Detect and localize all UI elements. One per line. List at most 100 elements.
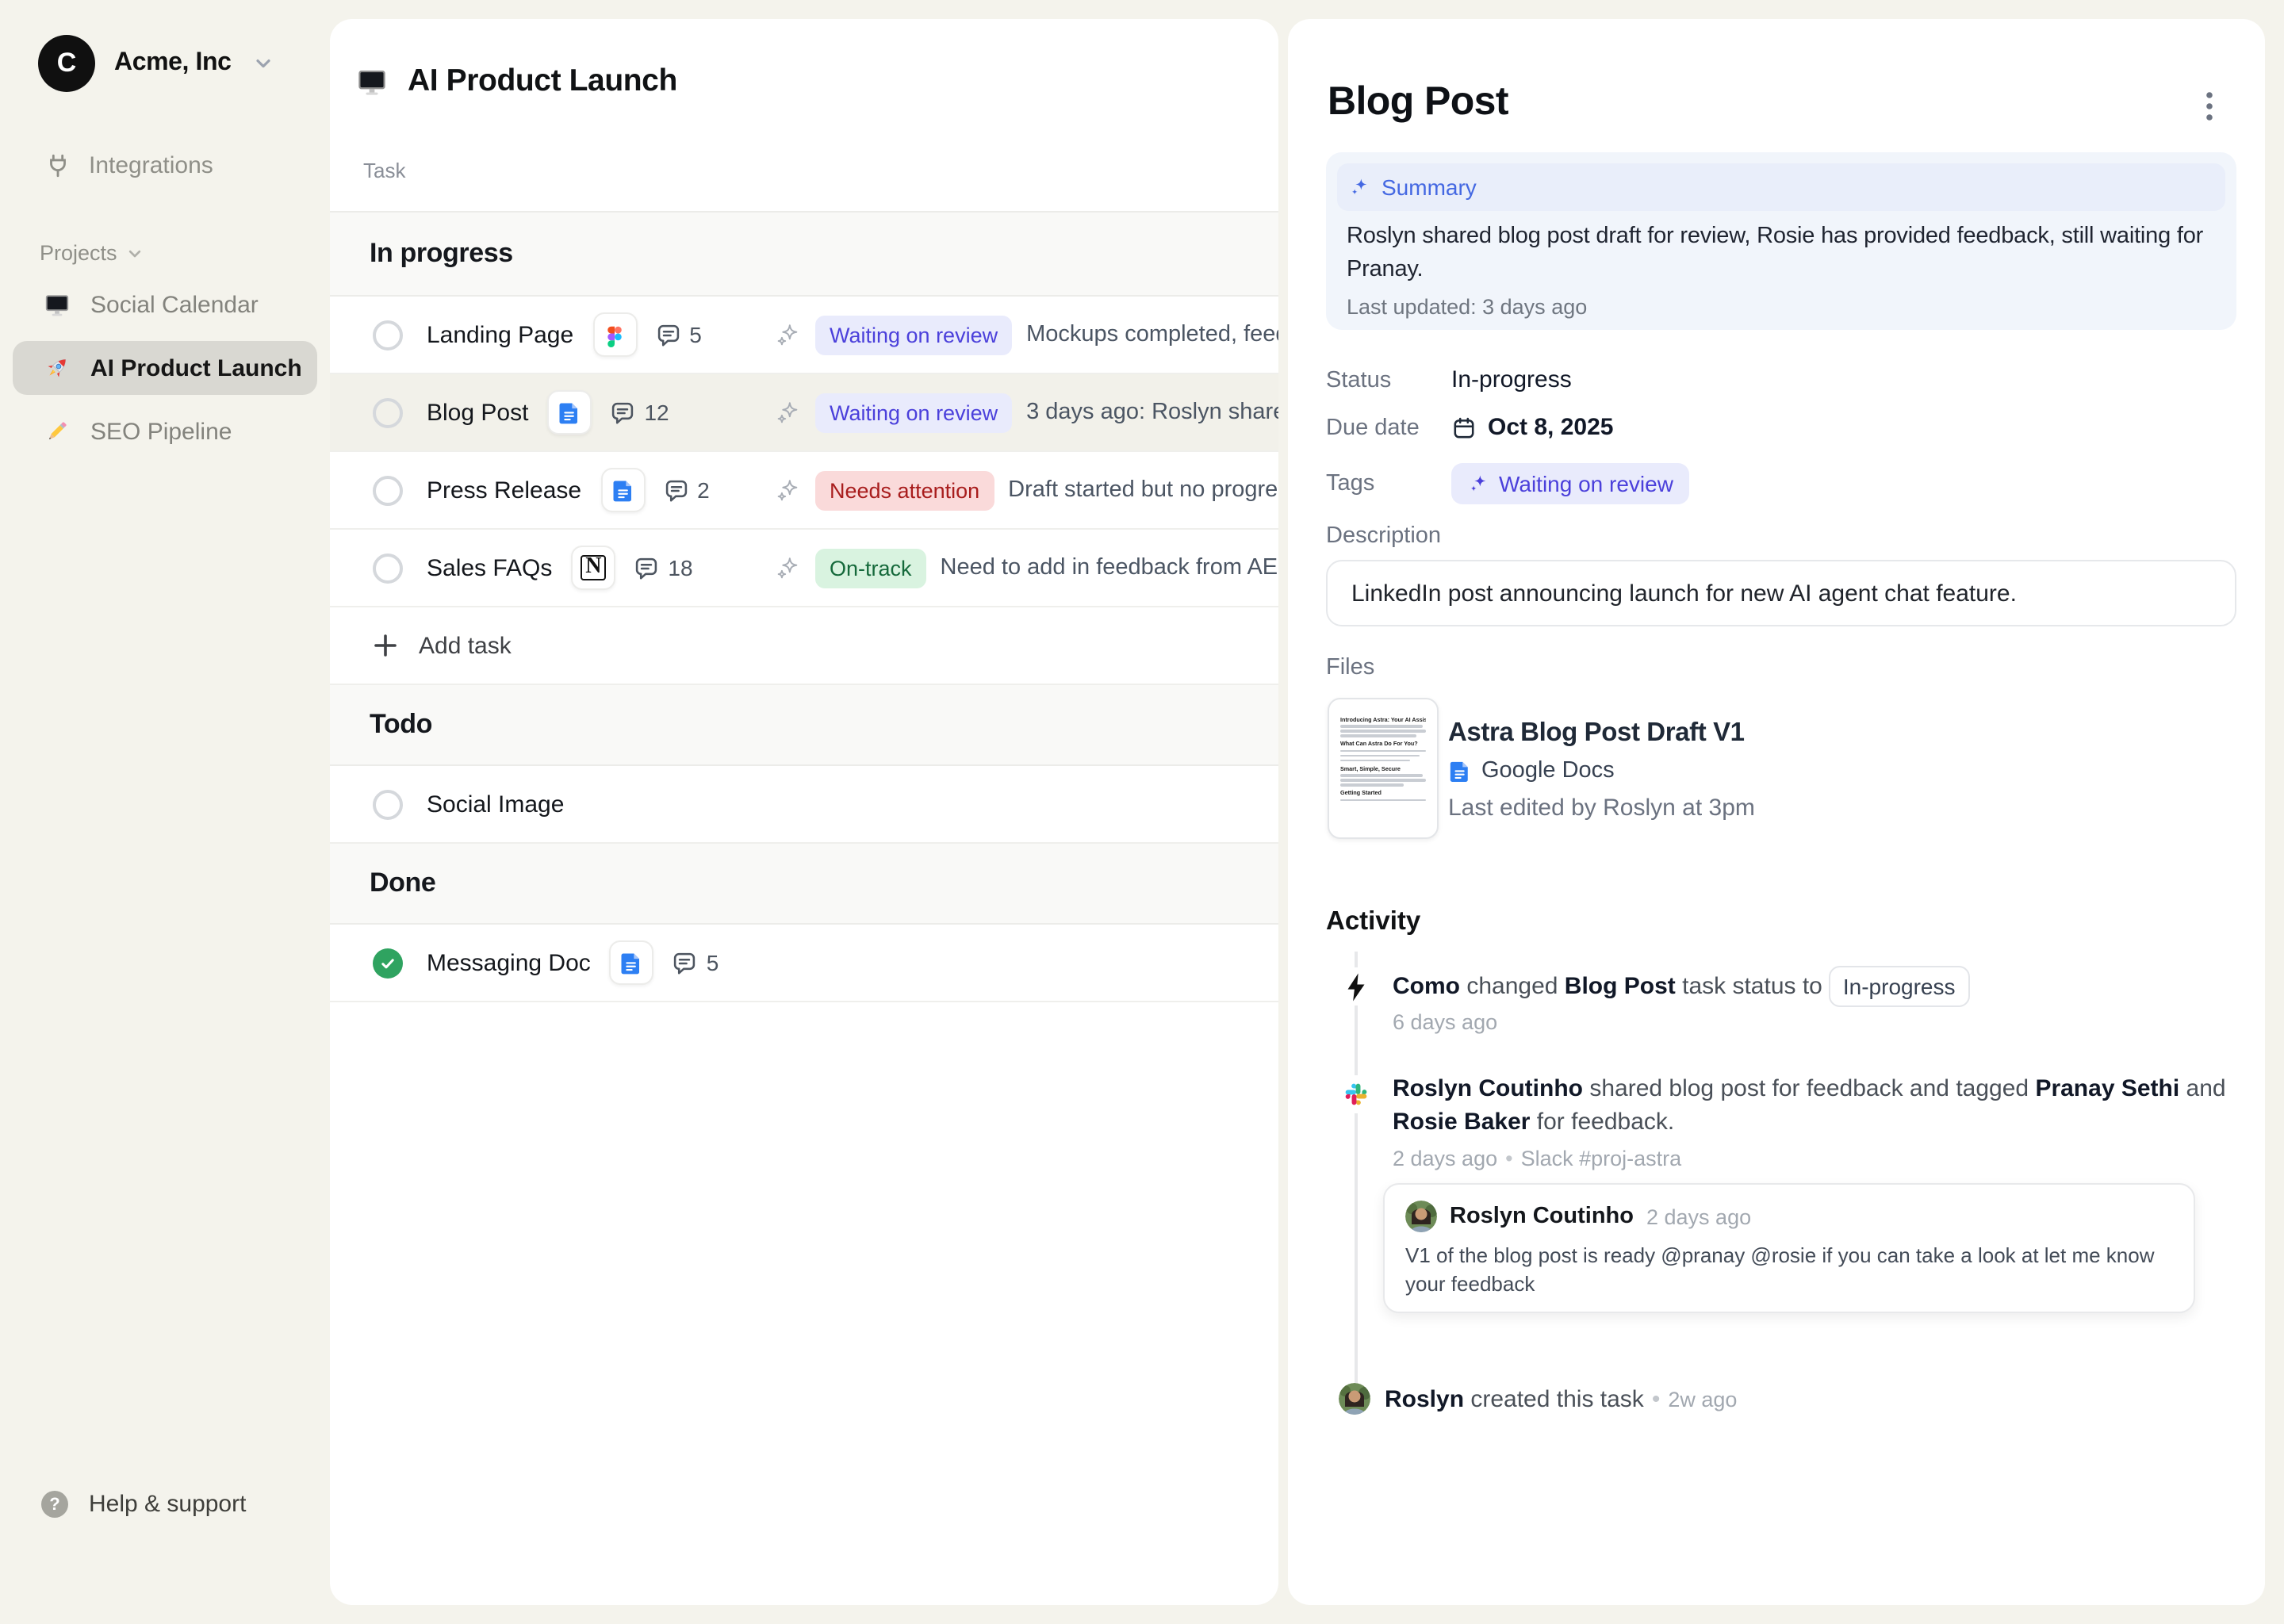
status-chip: In-progress (1829, 966, 1970, 1007)
sparkle-icon (774, 554, 801, 581)
task-row-press-release[interactable]: Press Release 2 (330, 452, 1278, 530)
task-checkbox[interactable] (373, 397, 403, 427)
comment-indicator: 2 (662, 477, 710, 504)
task-note: Mockups completed, feedback (1026, 322, 1278, 347)
sparkle-icon (774, 321, 801, 348)
task-name: Blog Post (427, 399, 528, 426)
status-value[interactable]: In-progress (1451, 366, 1572, 393)
task-checkbox-done[interactable] (373, 948, 403, 978)
task-name: Messaging Doc (427, 949, 591, 976)
slack-message-card: Roslyn Coutinho 2 days ago V1 of the blo… (1383, 1183, 2195, 1313)
status-badge: On-track (815, 548, 926, 588)
dot-separator: • (1505, 1147, 1512, 1170)
chevron-down-icon (254, 54, 273, 73)
workspace-switcher[interactable]: C Acme, Inc (38, 35, 273, 92)
activity-text: for feedback. (1530, 1109, 1674, 1136)
bolt-icon (1340, 967, 1372, 1005)
sparkle-icon (1467, 473, 1489, 495)
page-title: AI Product Launch (408, 63, 677, 100)
task-row-landing-page[interactable]: Landing Page 5 (330, 297, 1278, 374)
activity-item-slack-share: Roslyn Coutinho shared blog post for fee… (1393, 1072, 2257, 1139)
sidebar-item-seo-pipeline[interactable]: SEO Pipeline (13, 404, 317, 458)
summary-text: Roslyn shared blog post draft for review… (1347, 220, 2228, 287)
comment-count: 5 (707, 950, 719, 975)
rocket-icon (43, 354, 71, 382)
actor-name: Como (1393, 973, 1460, 1000)
comment-indicator: 5 (654, 321, 702, 348)
person-name: Rosie Baker (1393, 1109, 1530, 1136)
files-label: Files (1326, 655, 1374, 680)
description-label: Description (1326, 523, 1441, 549)
task-row-blog-post[interactable]: Blog Post 12 (330, 374, 1278, 452)
task-note: Draft started but no progress, du (1008, 477, 1278, 503)
task-checkbox[interactable] (373, 789, 403, 819)
section-title: Done (370, 868, 435, 899)
timestamp: 2w ago (1668, 1387, 1737, 1411)
file-edited-meta: Last edited by Roslyn at 3pm (1448, 795, 1755, 822)
file-title[interactable]: Astra Blog Post Draft V1 (1448, 718, 1745, 749)
avatar (1405, 1201, 1437, 1232)
add-task-button[interactable]: Add task (330, 607, 1278, 685)
field-row-tags: Tags Waiting on review (1326, 463, 1689, 504)
thumb-heading: What Can Astra Do For You? (1340, 741, 1426, 747)
task-list-header: AI Product Launch Task (330, 19, 1278, 213)
summary-label: Summary (1382, 174, 1477, 200)
task-checkbox[interactable] (373, 320, 403, 350)
sidebar-item-label: SEO Pipeline (90, 418, 232, 445)
message-author: Roslyn Coutinho (1450, 1204, 1634, 1229)
summary-header: Summary (1337, 163, 2225, 211)
projects-label: Projects (40, 241, 117, 265)
sidebar-item-label: AI Product Launch (90, 354, 302, 381)
file-thumbnail[interactable]: Introducing Astra: Your AI Assistant Wha… (1328, 698, 1439, 839)
task-row-messaging-doc[interactable]: Messaging Doc 5 (330, 925, 1278, 1002)
status-badge: Waiting on review (815, 315, 1012, 354)
file-app-name: Google Docs (1481, 758, 1615, 783)
task-row-social-image[interactable]: Social Image (330, 766, 1278, 844)
message-time: 2 days ago (1646, 1205, 1751, 1228)
projects-section-header[interactable]: Projects (40, 241, 143, 265)
help-label: Help & support (89, 1491, 246, 1518)
avatar (1339, 1383, 1370, 1415)
activity-item-status-change: Como changed Blog Post task status toIn-… (1393, 966, 2249, 1007)
sidebar-item-ai-product-launch[interactable]: AI Product Launch (13, 341, 317, 395)
sidebar-item-integrations[interactable]: Integrations (0, 136, 330, 193)
actor-name: Roslyn (1385, 1385, 1464, 1412)
pencil-icon (43, 417, 71, 446)
task-row-sales-faqs[interactable]: Sales FAQs N 18 On-track Ne (330, 530, 1278, 607)
message-text: V1 of the blog post is ready @pranay @ro… (1405, 1242, 2170, 1299)
field-row-status: Status In-progress (1326, 366, 1572, 393)
ai-summary-card: Summary Roslyn shared blog post draft fo… (1326, 152, 2236, 330)
activity-text: created this task (1464, 1385, 1644, 1412)
plug-icon (44, 151, 71, 178)
tag-label: Waiting on review (1499, 471, 1673, 496)
kebab-menu-icon[interactable] (2192, 89, 2227, 124)
comment-count: 2 (697, 477, 710, 503)
activity-timestamp: 2 days ago•Slack #proj-astra (1393, 1147, 1681, 1170)
task-checkbox[interactable] (373, 475, 403, 505)
summary-updated: Last updated: 3 days ago (1347, 295, 1587, 319)
task-checkbox[interactable] (373, 553, 403, 583)
task-list-panel: AI Product Launch Task In progress Landi… (330, 19, 1278, 1605)
google-docs-icon (610, 940, 654, 985)
field-label: Tags (1326, 471, 1451, 496)
task-note: Need to add in feedback from AEs (941, 555, 1278, 580)
sparkle-icon (774, 399, 801, 426)
app-canvas: C Acme, Inc Integrations Projects (0, 0, 2284, 1624)
description-field[interactable]: LinkedIn post announcing launch for new … (1326, 560, 2236, 626)
tag-badge[interactable]: Waiting on review (1451, 463, 1689, 504)
comment-count: 12 (644, 400, 669, 425)
activity-timestamp: 6 days ago (1393, 1010, 1497, 1034)
activity-item-created: Roslyn created this task•2w ago (1339, 1383, 1737, 1415)
slack-channel: Slack #proj-astra (1521, 1147, 1682, 1170)
google-docs-icon (600, 468, 645, 512)
task-ref: Blog Post (1565, 973, 1676, 1000)
task-name: Sales FAQs (427, 554, 552, 581)
thumb-heading: Introducing Astra: Your AI Assistant (1340, 716, 1426, 722)
due-date-value[interactable]: Oct 8, 2025 (1488, 414, 1613, 441)
activity-text: and (2179, 1075, 2225, 1102)
activity-text: shared blog post for feedback and tagged (1583, 1075, 2035, 1102)
sidebar-item-social-calendar[interactable]: Social Calendar (13, 278, 317, 331)
sidebar-item-label: Social Calendar (90, 291, 259, 318)
help-support-button[interactable]: ? Help & support (41, 1491, 246, 1518)
section-header-in-progress: In progress (330, 213, 1278, 297)
